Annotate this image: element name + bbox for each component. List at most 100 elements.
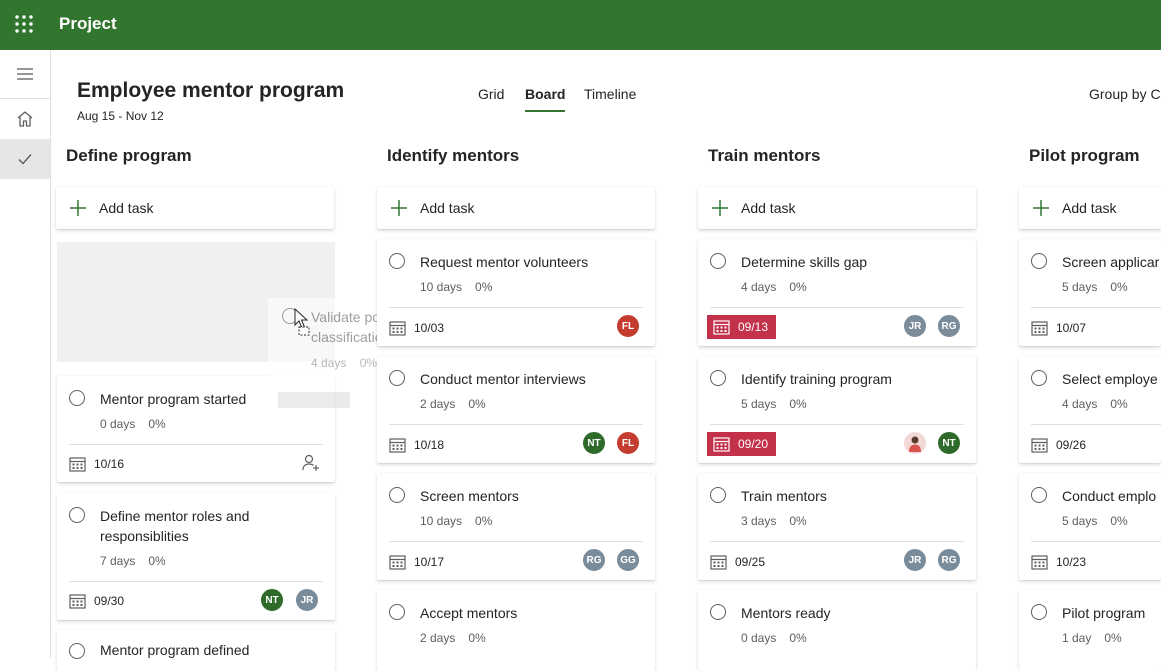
calendar-icon [710,555,727,570]
task-meta: 1 day 0% [1062,631,1122,645]
complete-task-checkbox[interactable] [389,370,405,386]
due-date: 09/26 [1031,437,1086,453]
task-card[interactable]: Mentors ready 0 days 0% [698,590,976,670]
due-date: 10/07 [1031,320,1086,336]
divider [389,307,643,308]
avatar[interactable]: RG [937,314,961,338]
avatar[interactable]: JR [295,588,319,612]
divider [1031,541,1161,542]
app-launcher-icon[interactable] [14,14,34,34]
task-card[interactable]: Request mentor volunteers 10 days 0% 10/0… [377,239,655,346]
plus-icon [391,200,407,216]
group-by-button[interactable]: Group by C [1089,86,1161,102]
add-task-button[interactable]: Add task [1019,187,1161,229]
divider [69,581,323,582]
avatar[interactable]: JR [903,548,927,572]
late-due-date: 09/20 [707,432,777,456]
task-meta: 5 days 0% [1062,514,1128,528]
my-tasks-button[interactable] [0,139,50,179]
complete-task-checkbox[interactable] [1031,370,1047,386]
task-name: Screen mentors [420,488,519,504]
task-meta: 4 days 0% [1062,397,1128,411]
complete-task-checkbox[interactable] [1031,253,1047,269]
task-card[interactable]: Determine skills gap 4 days 0% 09/13 JR R… [698,239,976,346]
plus-icon [70,200,86,216]
due-date: 10/03 [389,320,444,336]
task-card[interactable]: Train mentors 3 days 0% 09/25 JR RG [698,473,976,580]
task-meta: 10 days 0% [420,514,493,528]
dragging-task-card[interactable]: Validate potential job classifications 4… [268,298,440,410]
complete-task-checkbox[interactable] [389,604,405,620]
divider [69,444,323,445]
task-card[interactable]: Accept mentors 2 days 0% [377,590,655,670]
task-card[interactable]: Screen mentors 10 days 0% 10/17 RG GG [377,473,655,580]
calendar-icon [389,555,406,570]
task-meta: 3 days 0% [741,514,807,528]
avatar[interactable]: RG [937,548,961,572]
task-meta: 0 days 0% [100,417,166,431]
add-task-button[interactable]: Add task [377,187,655,229]
avatar[interactable]: NT [937,431,961,455]
due-date: 10/17 [389,554,444,570]
tab-timeline[interactable]: Timeline [584,86,636,102]
complete-task-checkbox[interactable] [1031,604,1047,620]
app-header: Project [0,0,1161,50]
complete-task-checkbox[interactable] [710,370,726,386]
avatar[interactable]: FL [616,314,640,338]
task-card[interactable]: Pilot program 1 day 0% [1019,590,1161,670]
complete-task-checkbox[interactable] [710,604,726,620]
complete-task-checkbox[interactable] [710,253,726,269]
complete-task-checkbox[interactable] [69,643,85,659]
bucket-title: Pilot program [1029,146,1140,165]
avatar[interactable]: GG [616,548,640,572]
avatar[interactable]: RG [582,548,606,572]
calendar-icon [69,457,86,472]
complete-task-checkbox[interactable] [389,253,405,269]
task-name: Train mentors [741,488,827,504]
complete-task-checkbox[interactable] [710,487,726,503]
task-meta: 0 days 0% [741,631,807,645]
add-task-button[interactable]: Add task [698,187,976,229]
task-card[interactable]: Screen applicar 5 days 0% 10/07 [1019,239,1161,346]
add-task-label: Add task [741,200,796,216]
task-card[interactable]: Mentor program defined [57,630,335,670]
task-name: Pilot program [1062,605,1146,621]
avatar[interactable]: JR [903,314,927,338]
task-card[interactable]: Conduct emplo 5 days 0% 10/23 [1019,473,1161,580]
due-date: 10/16 [69,456,124,472]
complete-task-checkbox[interactable] [389,487,405,503]
calendar-icon [389,438,406,453]
task-name: Identify training program [741,371,892,387]
avatar[interactable]: NT [582,431,606,455]
calendar-icon [1031,321,1048,336]
complete-task-checkbox[interactable] [69,507,85,523]
home-button[interactable] [0,99,50,139]
task-card[interactable]: Identify training program 5 days 0% 09/20… [698,356,976,463]
task-name: Conduct mentor interviews [420,371,586,387]
avatar[interactable]: NT [260,588,284,612]
calendar-icon [1031,438,1048,453]
divider [1031,307,1161,308]
complete-task-checkbox[interactable] [1031,487,1047,503]
task-card[interactable]: Select employe 4 days 0% 09/26 [1019,356,1161,463]
avatar-photo[interactable] [903,431,927,455]
divider [389,424,643,425]
task-card[interactable]: Conduct mentor interviews 2 days 0% 10/18… [377,356,655,463]
person-photo-icon [909,436,921,452]
assign-person-icon[interactable] [301,453,321,473]
complete-task-checkbox[interactable] [69,390,85,406]
tab-grid[interactable]: Grid [478,86,504,102]
avatar[interactable]: FL [616,431,640,455]
add-task-button[interactable]: Add task [56,187,334,229]
calendar-icon [69,594,86,609]
hamburger-menu-button[interactable] [0,50,50,99]
move-cursor-icon [294,308,310,336]
plus-icon [712,200,728,216]
task-card[interactable]: Define mentor roles and responsiblities … [57,493,335,620]
bucket-title: Train mentors [708,146,821,165]
divider [389,541,643,542]
bucket-title: Define program [66,146,192,165]
calendar-icon [389,321,406,336]
tab-board[interactable]: Board [525,86,566,112]
add-task-label: Add task [420,200,475,216]
